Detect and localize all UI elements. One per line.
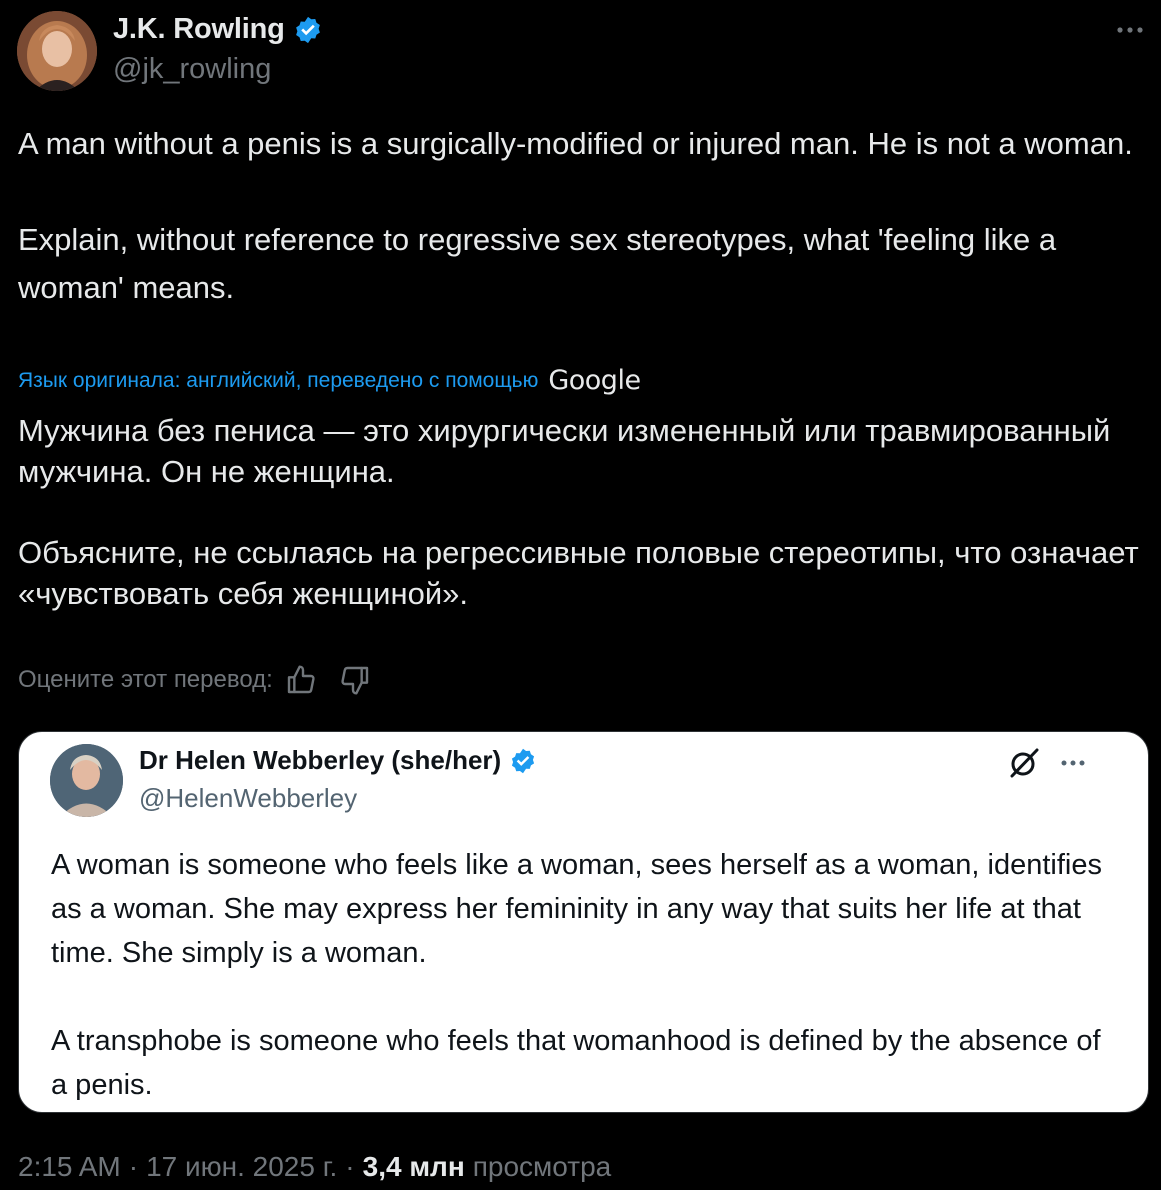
views-label[interactable]: просмотра <box>473 1151 611 1183</box>
google-logo: Google <box>548 365 641 396</box>
grok-icon[interactable] <box>1007 746 1041 780</box>
thumbs-down-icon[interactable] <box>339 664 371 696</box>
quote-author-name-text[interactable]: Dr Helen Webberley (she/her) <box>139 745 501 776</box>
rate-translation-label: Оцените этот перевод: <box>18 666 273 693</box>
tweet-paragraph: Explain, without reference to regressive… <box>18 222 1057 305</box>
tweet-date[interactable]: 17 июн. 2025 г. <box>146 1151 337 1183</box>
quote-paragraph: A transphobe is someone who feels that w… <box>51 1025 1101 1101</box>
quote-text: A woman is someone who feels like a woma… <box>51 843 1121 1107</box>
translation-label[interactable]: Язык оригинала: английский, переведено с… <box>18 369 538 393</box>
quote-author-avatar[interactable] <box>50 744 123 817</box>
tweet-time[interactable]: 2:15 AM <box>18 1151 121 1183</box>
rate-translation: Оцените этот перевод: <box>18 664 371 696</box>
translated-text: Мужчина без пениса — это хирургически из… <box>18 410 1153 614</box>
author-handle[interactable]: @jk_rowling <box>113 53 271 86</box>
tweet-meta: 2:15 AM · 17 июн. 2025 г. · 3,4 млн прос… <box>18 1151 611 1183</box>
meta-separator: · <box>345 1151 355 1182</box>
quote-more-options-icon[interactable] <box>1057 752 1089 774</box>
author-avatar[interactable] <box>17 11 97 91</box>
tweet-detail: J.K. Rowling @jk_rowling A man without a… <box>0 0 1161 1190</box>
quote-author-handle[interactable]: @HelenWebberley <box>139 783 357 814</box>
quote-author-name[interactable]: Dr Helen Webberley (she/her) <box>139 745 537 776</box>
thumbs-up-icon[interactable] <box>285 664 317 696</box>
tweet-paragraph: A man without a penis is a surgically-mo… <box>18 126 1133 161</box>
verified-badge-icon <box>293 15 323 45</box>
quoted-tweet-card[interactable]: Dr Helen Webberley (she/her) @HelenWebbe… <box>18 731 1149 1113</box>
meta-separator: · <box>128 1151 139 1182</box>
author-name-text[interactable]: J.K. Rowling <box>113 13 285 46</box>
translation-attribution: Язык оригинала: английский, переведено с… <box>18 365 641 396</box>
verified-badge-icon <box>509 747 537 775</box>
translated-paragraph: Мужчина без пениса — это хирургически из… <box>18 413 1111 489</box>
author-name[interactable]: J.K. Rowling <box>113 13 323 46</box>
tweet-text: A man without a penis is a surgically-mo… <box>18 120 1153 312</box>
translated-paragraph: Объясните, не ссылаясь на регрессивные п… <box>18 535 1139 611</box>
views-count[interactable]: 3,4 млн <box>363 1151 465 1183</box>
quote-paragraph: A woman is someone who feels like a woma… <box>51 849 1102 969</box>
more-options-icon[interactable] <box>1113 18 1147 42</box>
